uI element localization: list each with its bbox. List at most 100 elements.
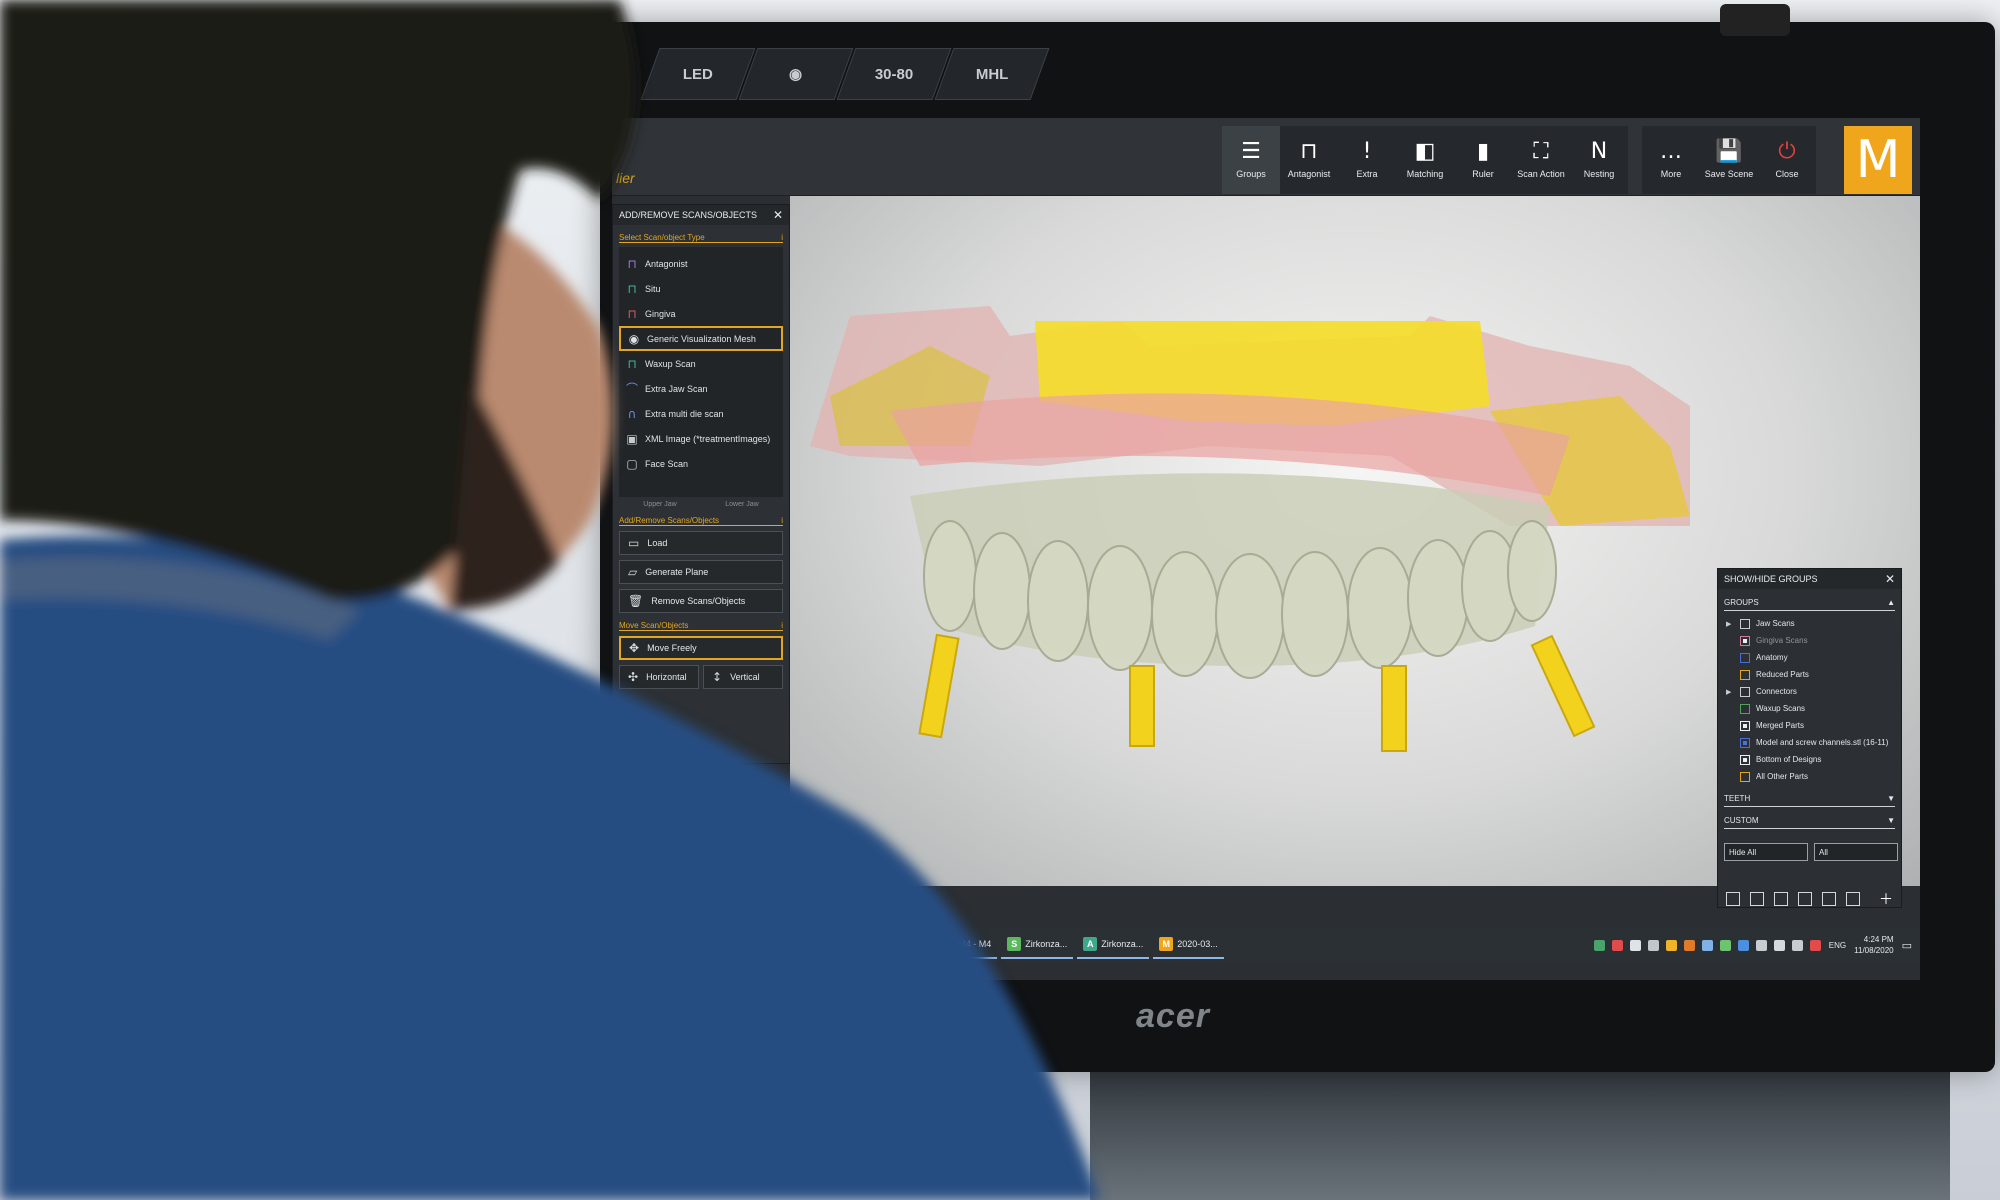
view-quad-icon[interactable] <box>1798 892 1812 906</box>
scan-type-xml-image[interactable]: ▣ XML Image (*treatmentImages) <box>619 426 783 451</box>
view-triple-icon[interactable] <box>1774 892 1788 906</box>
scan-type-extra-multi-die[interactable]: ∩ Extra multi die scan <box>619 401 783 426</box>
group-row[interactable]: ▶ Jaw Scans <box>1718 615 1901 632</box>
group-row[interactable]: All Other Parts <box>1718 768 1901 785</box>
group-visibility-checkbox[interactable] <box>1740 669 1750 680</box>
scan-type-extra-jaw[interactable]: ⌒ Extra Jaw Scan <box>619 376 783 401</box>
taskbar-app[interactable]: S Zirkonza... <box>1001 931 1074 959</box>
vertical-button[interactable]: ↕ Vertical <box>703 665 783 689</box>
gingiva-icon: ⊓ <box>627 306 637 321</box>
expand-caret-icon[interactable]: ▶ <box>1726 688 1734 696</box>
webcam <box>1720 4 1790 36</box>
taskbar-app[interactable]: A Zirkonza... <box>1077 931 1150 959</box>
scan-type-waxup[interactable]: ⊓ Waxup Scan <box>619 351 783 376</box>
scan-type-gingiva[interactable]: ⊓ Gingiva <box>619 301 783 326</box>
taskbar-app[interactable]: Titaniu... <box>790 931 855 959</box>
tray-icon[interactable] <box>1647 939 1659 951</box>
taskbar-app[interactable]: Z Zirkonza... <box>858 931 931 959</box>
groups-section-header[interactable]: GROUPS ▲ <box>1724 595 1895 611</box>
teeth-section-header[interactable]: TEETH ▼ <box>1724 791 1895 807</box>
group-label: Waxup Scans <box>1756 704 1806 713</box>
info-icon[interactable]: i <box>781 233 783 242</box>
tray-icon[interactable] <box>1719 939 1731 951</box>
info-icon[interactable]: i <box>781 621 783 630</box>
group-visibility-checkbox[interactable] <box>1740 686 1750 697</box>
generate-plane-button[interactable]: ▱ Generate Plane <box>619 560 783 584</box>
clock-date: 11/08/2020 <box>1854 946 1894 955</box>
close-icon[interactable]: ✕ <box>773 208 783 222</box>
move-freely-button[interactable]: ✥ Move Freely <box>619 636 783 660</box>
system-clock[interactable]: 4:24 PM 11/08/2020 <box>1854 934 1893 956</box>
group-visibility-checkbox[interactable] <box>1740 703 1750 714</box>
taskbar-app[interactable]: M 2020-03... <box>1153 931 1224 959</box>
view-single-icon[interactable] <box>1726 892 1740 906</box>
tray-icon[interactable] <box>1611 939 1623 951</box>
group-row[interactable]: ▶ Connectors <box>1718 683 1901 700</box>
filter-field[interactable] <box>1814 843 1898 861</box>
group-row[interactable]: Waxup Scans <box>1718 700 1901 717</box>
save-scene-button[interactable]: 💾 Save Scene <box>1700 126 1758 194</box>
chrome-icon <box>796 937 810 951</box>
custom-section-header[interactable]: CUSTOM ▼ <box>1724 813 1895 829</box>
tray-icon[interactable] <box>1773 939 1785 951</box>
close-button[interactable]: ⏻ Close <box>1758 126 1816 194</box>
scan-type-situ[interactable]: ⊓ Situ <box>619 276 783 301</box>
language-indicator[interactable]: ENG <box>1829 941 1846 950</box>
group-visibility-checkbox[interactable] <box>1740 635 1750 646</box>
tray-icon[interactable] <box>1791 939 1803 951</box>
power-icon: ⏻ <box>1778 139 1796 164</box>
group-visibility-checkbox[interactable] <box>1740 737 1750 748</box>
taskbar-app[interactable]: F M4 - M4 <box>934 931 998 959</box>
group-visibility-checkbox[interactable] <box>1740 771 1750 782</box>
hide-all-field[interactable] <box>1724 843 1808 861</box>
group-row[interactable]: Model and screw channels.stl (16-11) <box>1718 734 1901 751</box>
horizontal-button[interactable]: ✣ Horizontal <box>619 665 699 689</box>
system-tray: ENG 4:24 PM 11/08/2020 ▭ <box>1593 934 1920 956</box>
scan-type-face-scan[interactable]: ▢ Face Scan <box>619 451 783 476</box>
remove-scans-button[interactable]: 🗑 Remove Scans/Objects <box>619 589 783 613</box>
group-row[interactable]: Bottom of Designs <box>1718 751 1901 768</box>
groups-button[interactable]: ☰ Groups <box>1222 126 1280 194</box>
tray-icon[interactable] <box>1809 939 1821 951</box>
clock-time: 4:24 PM <box>1863 935 1894 944</box>
tray-icon[interactable] <box>1755 939 1767 951</box>
tray-icon[interactable] <box>1701 939 1713 951</box>
add-icon[interactable]: ＋ <box>1879 889 1893 909</box>
view-alt-icon[interactable] <box>1846 892 1860 906</box>
group-row[interactable]: Gingiva Scans <box>1718 632 1901 649</box>
lower-jaw-checkbox[interactable]: Lower Jaw <box>725 501 758 508</box>
tray-icon[interactable] <box>1593 939 1605 951</box>
scan-type-generic-mesh[interactable]: ◉ Generic Visualization Mesh <box>619 326 783 351</box>
scan-type-antagonist[interactable]: ⊓ Antagonist <box>619 251 783 276</box>
group-row[interactable]: Merged Parts <box>1718 717 1901 734</box>
scan-action-button[interactable]: ⛶ Scan Action <box>1512 126 1570 194</box>
load-button[interactable]: ▭ Load <box>619 531 783 555</box>
antagonist-button[interactable]: ⊓ Antagonist <box>1280 126 1338 194</box>
extra-button[interactable]: ! Extra <box>1338 126 1396 194</box>
situ-icon: ⊓ <box>627 281 637 296</box>
tray-icon[interactable] <box>1737 939 1749 951</box>
jaw-selector: Upper Jaw Lower Jaw <box>619 501 783 508</box>
group-row[interactable]: Reduced Parts <box>1718 666 1901 683</box>
view-split-icon[interactable] <box>1822 892 1836 906</box>
tray-icon[interactable] <box>1629 939 1641 951</box>
group-label: Merged Parts <box>1756 721 1805 730</box>
info-icon[interactable]: i <box>781 516 783 525</box>
tray-icon[interactable] <box>1683 939 1695 951</box>
close-icon[interactable]: ✕ <box>1885 572 1895 586</box>
matching-button[interactable]: ◧ Matching <box>1396 126 1454 194</box>
view-double-icon[interactable] <box>1750 892 1764 906</box>
group-visibility-checkbox[interactable] <box>1740 618 1750 629</box>
upper-jaw-checkbox[interactable]: Upper Jaw <box>643 501 676 508</box>
group-visibility-checkbox[interactable] <box>1740 720 1750 731</box>
nesting-button[interactable]: N Nesting <box>1570 126 1628 194</box>
expand-caret-icon[interactable]: ▶ <box>1726 620 1734 628</box>
scan-type-list[interactable]: ⊓ Antagonist ⊓ Situ ⊓ Gingiva ◉ Generic Visu… <box>619 247 783 497</box>
group-visibility-checkbox[interactable] <box>1740 652 1750 663</box>
more-button[interactable]: … More <box>1642 126 1700 194</box>
tray-icon[interactable] <box>1665 939 1677 951</box>
group-row[interactable]: Anatomy <box>1718 649 1901 666</box>
ruler-button[interactable]: ▮ Ruler <box>1454 126 1512 194</box>
notification-icon[interactable]: ▭ <box>1902 939 1912 952</box>
group-visibility-checkbox[interactable] <box>1740 754 1750 765</box>
